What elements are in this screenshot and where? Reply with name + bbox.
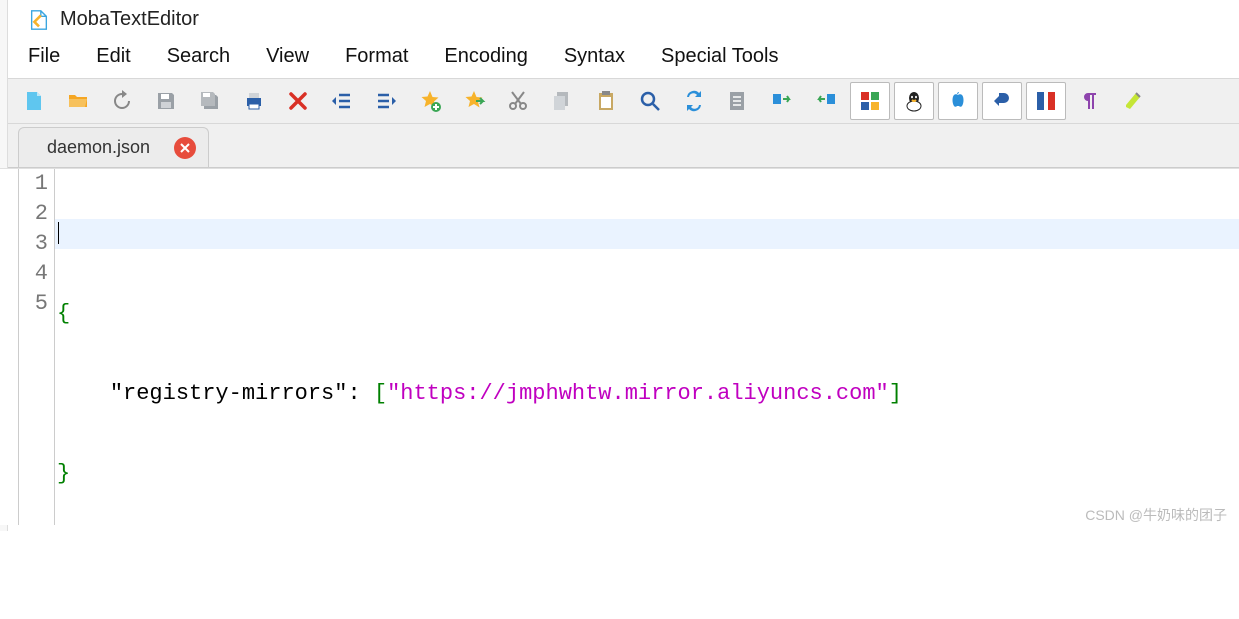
save-all-icon[interactable] [190, 82, 230, 120]
menu-search[interactable]: Search [167, 45, 230, 68]
apple-icon[interactable] [938, 82, 978, 120]
line-number: 2 [19, 199, 48, 229]
code-line-1 [55, 219, 1239, 249]
line-number: 1 [19, 169, 48, 199]
code-line-4: } [55, 459, 1239, 489]
highlighter-icon[interactable] [1114, 82, 1154, 120]
save-icon[interactable] [146, 82, 186, 120]
undo-icon[interactable] [982, 82, 1022, 120]
line-number: 3 [19, 229, 48, 259]
toolbar [0, 78, 1239, 124]
editor: 1 2 3 4 5 { "registry-mirrors": ["https:… [0, 168, 1239, 525]
tab-daemon-json[interactable]: daemon.json [18, 127, 209, 167]
menu-special-tools[interactable]: Special Tools [661, 45, 778, 68]
transfer-right-icon[interactable] [762, 82, 802, 120]
menu-encoding[interactable]: Encoding [444, 45, 527, 68]
replace-icon[interactable] [674, 82, 714, 120]
document-list-icon[interactable] [718, 82, 758, 120]
print-icon[interactable] [234, 82, 274, 120]
windows-icon[interactable] [850, 82, 890, 120]
line-number: 5 [19, 289, 48, 319]
transfer-left-icon[interactable] [806, 82, 846, 120]
new-file-icon[interactable] [14, 82, 54, 120]
bookmark-next-icon[interactable] [454, 82, 494, 120]
line-gutter: 1 2 3 4 5 [19, 169, 55, 525]
tab-label: daemon.json [47, 137, 150, 158]
code-line-2: { [55, 299, 1239, 329]
compare-icon[interactable] [1026, 82, 1066, 120]
cursor [58, 222, 59, 244]
open-folder-icon[interactable] [58, 82, 98, 120]
menu-file[interactable]: File [28, 45, 60, 68]
search-magnifier-icon[interactable] [630, 82, 670, 120]
tab-close-icon[interactable] [174, 137, 196, 159]
titlebar: MobaTextEditor [0, 0, 1239, 37]
line-number: 4 [19, 259, 48, 289]
watermark: CSDN @牛奶味的团子 [1085, 505, 1227, 525]
pilcrow-icon[interactable] [1070, 82, 1110, 120]
app-title: MobaTextEditor [60, 8, 199, 31]
indent-icon[interactable] [366, 82, 406, 120]
paste-icon[interactable] [586, 82, 626, 120]
app-icon [28, 9, 50, 31]
menubar: File Edit Search View Format Encoding Sy… [0, 37, 1239, 78]
tabbar: daemon.json [0, 124, 1239, 168]
code-area[interactable]: { "registry-mirrors": ["https://jmphwhtw… [55, 169, 1239, 525]
outdent-icon[interactable] [322, 82, 362, 120]
cut-icon[interactable] [498, 82, 538, 120]
code-line-5 [55, 539, 1239, 569]
menu-edit[interactable]: Edit [96, 45, 130, 68]
reload-icon[interactable] [102, 82, 142, 120]
code-line-3: "registry-mirrors": ["https://jmphwhtw.m… [55, 379, 1239, 409]
close-icon[interactable] [278, 82, 318, 120]
copy-icon[interactable] [542, 82, 582, 120]
menu-view[interactable]: View [266, 45, 309, 68]
menu-format[interactable]: Format [345, 45, 408, 68]
linux-icon[interactable] [894, 82, 934, 120]
bookmark-add-icon[interactable] [410, 82, 450, 120]
menu-syntax[interactable]: Syntax [564, 45, 625, 68]
